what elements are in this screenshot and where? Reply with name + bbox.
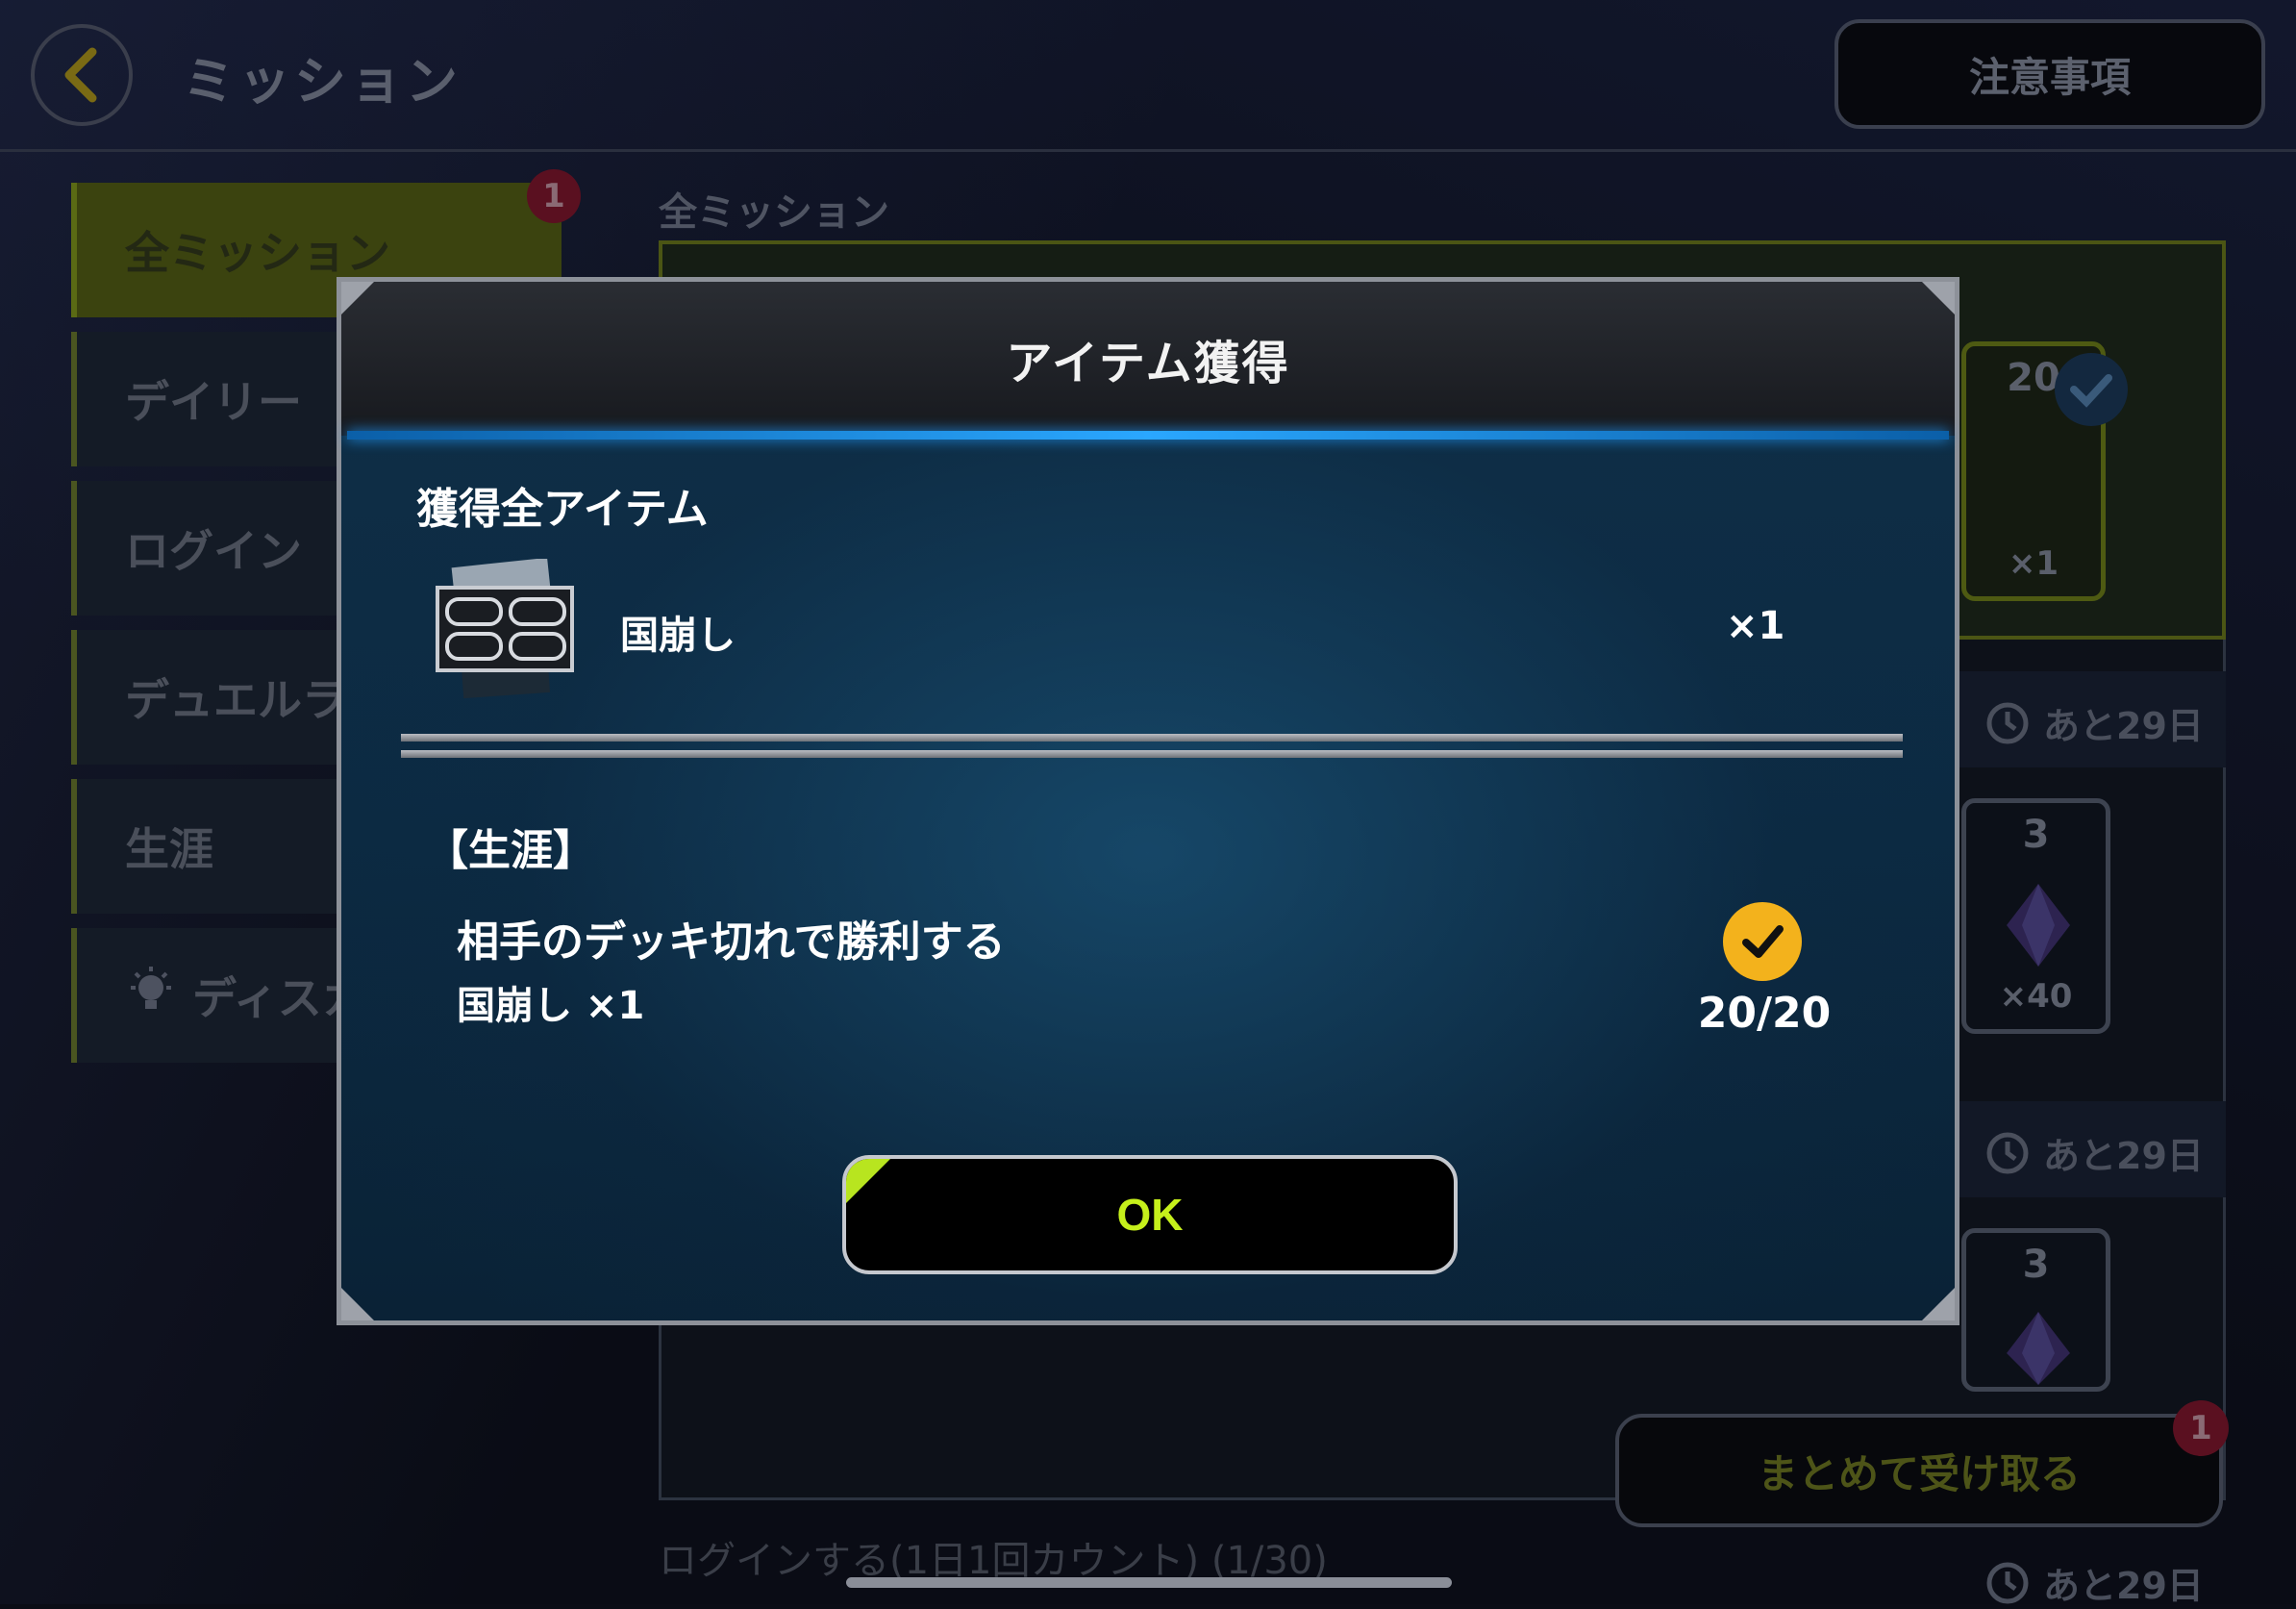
reward-qty: ×40 bbox=[1999, 977, 2073, 1016]
divider bbox=[401, 734, 1903, 742]
item-obtained-dialog: アイテム獲得 獲得全アイテム 国崩し ×1 【生涯】 相手のデッキ切れで勝利する… bbox=[337, 277, 1959, 1325]
reward-box: 3 bbox=[1961, 1228, 2110, 1392]
dialog-title: アイテム獲得 bbox=[341, 282, 1955, 436]
item-quantity: ×1 bbox=[1726, 604, 1785, 648]
check-icon bbox=[2055, 353, 2128, 426]
notification-badge: 1 bbox=[2173, 1400, 2229, 1456]
section-label: 全ミッション bbox=[659, 190, 889, 235]
collect-all-button[interactable]: まとめて受け取る 1 bbox=[1615, 1400, 2229, 1527]
corner-decoration bbox=[341, 282, 374, 314]
remaining-time: あと29日 bbox=[1985, 696, 2204, 749]
reward-count: 3 bbox=[2022, 813, 2050, 857]
card-item-icon bbox=[436, 559, 574, 699]
ok-label: OK bbox=[1116, 1190, 1184, 1240]
crystal-icon bbox=[2007, 884, 2070, 967]
clock-icon bbox=[1986, 702, 2029, 743]
remaining-time: あと29日 bbox=[1985, 1556, 2204, 1609]
reward-qty: ×1 bbox=[2008, 544, 2059, 583]
mission-reward: 国崩し ×1 bbox=[457, 984, 645, 1028]
page-title: ミッション bbox=[183, 51, 462, 112]
mission-name: 相手のデッキ切れで勝利する bbox=[457, 918, 1006, 967]
home-indicator[interactable] bbox=[846, 1577, 1452, 1588]
sidebar-item-label: 生涯 bbox=[125, 823, 213, 875]
item-name: 国崩し bbox=[620, 614, 736, 658]
notes-button[interactable]: 注意事項 bbox=[1834, 19, 2265, 129]
header-divider bbox=[347, 431, 1949, 440]
corner-decoration bbox=[1922, 1288, 1955, 1320]
clock-icon bbox=[1986, 1132, 2029, 1173]
remaining-label: あと29日 bbox=[2043, 705, 2204, 747]
reward-box: 3 ×40 bbox=[1961, 798, 2110, 1034]
mission-category: 【生涯】 bbox=[426, 826, 595, 875]
mission-progress: 20/20 bbox=[1697, 989, 1832, 1038]
collect-all-label: まとめて受け取る bbox=[1757, 1449, 2081, 1497]
corner-decoration bbox=[341, 1288, 374, 1320]
clock-icon bbox=[1986, 1562, 2029, 1603]
sidebar-item-label: 全ミッション bbox=[125, 227, 390, 279]
remaining-time: あと29日 bbox=[1985, 1126, 2204, 1179]
button-accent bbox=[846, 1159, 894, 1207]
remaining-label: あと29日 bbox=[2043, 1565, 2204, 1607]
sidebar-item-label: デイリー bbox=[125, 376, 302, 428]
corner-decoration bbox=[1922, 282, 1955, 314]
top-bar: ミッション 注意事項 bbox=[0, 0, 2296, 152]
sidebar-item-label: デュエルラ bbox=[125, 674, 346, 726]
back-button[interactable] bbox=[31, 24, 133, 126]
divider bbox=[401, 750, 1903, 758]
sidebar-item-label: ログイン bbox=[125, 525, 302, 577]
ok-button[interactable]: OK bbox=[842, 1155, 1458, 1274]
all-items-title: 獲得全アイテム bbox=[416, 485, 709, 534]
back-arrow-icon bbox=[64, 47, 97, 103]
check-icon bbox=[1723, 902, 1802, 981]
bulb-icon bbox=[125, 965, 177, 1027]
remaining-label: あと29日 bbox=[2043, 1135, 2204, 1177]
notification-badge: 1 bbox=[527, 169, 581, 223]
crystal-icon bbox=[2007, 1312, 2070, 1385]
reward-count: 3 bbox=[2022, 1243, 2050, 1287]
